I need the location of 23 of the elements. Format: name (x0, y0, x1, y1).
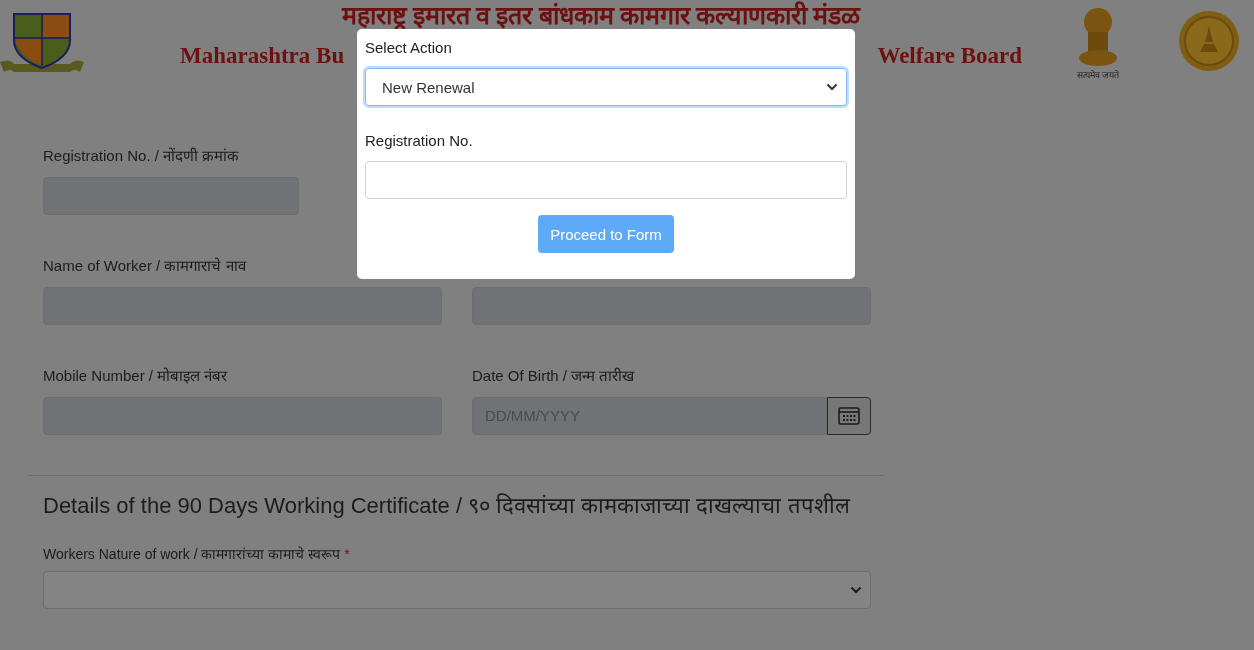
emblem-icon (1076, 6, 1120, 68)
field-label: Mobile Number / मोबाइल नंबर (43, 366, 229, 386)
chevron-down-icon (826, 83, 838, 91)
field-label: Date Of Birth / जन्म तारीख (472, 366, 636, 386)
registration-input[interactable] (365, 161, 847, 199)
field-label: Workers Nature of work / कामगारांच्या कामाचे स्वरूप (43, 546, 341, 562)
proceed-button[interactable]: Proceed to Form (538, 215, 674, 253)
emblem-motto: सत्यमेव जयते (1076, 69, 1120, 81)
field-label: Name of Worker / कामगाराचे नाव (43, 256, 248, 276)
calendar-button[interactable] (827, 397, 871, 435)
section-title: Details of the 90 Days Working Certificate / ९० दिवसांच्या कामकाजाच्या दाखल्याचा तपशील (43, 492, 850, 520)
required-asterisk: * (344, 546, 350, 562)
field-label: Registration No. / नोंदणी क्रमांक (43, 146, 241, 166)
calendar-icon (838, 407, 860, 425)
board-title-english: Maharashtra Bu (180, 43, 345, 69)
dropdown-field[interactable] (43, 571, 871, 609)
chevron-down-icon (850, 586, 862, 594)
board-title-english: Welfare Board (877, 43, 1022, 69)
round-seal-icon (1178, 10, 1240, 72)
registration-label: Registration No. (365, 131, 474, 151)
board-title-marathi: महाराष्ट्र इमारत व इतर बांधकाम कामगार कल्याणकारी मंडळ (340, 2, 862, 29)
select-action-label: Select Action (365, 38, 453, 58)
action-dropdown[interactable]: New Renewal (365, 68, 847, 106)
